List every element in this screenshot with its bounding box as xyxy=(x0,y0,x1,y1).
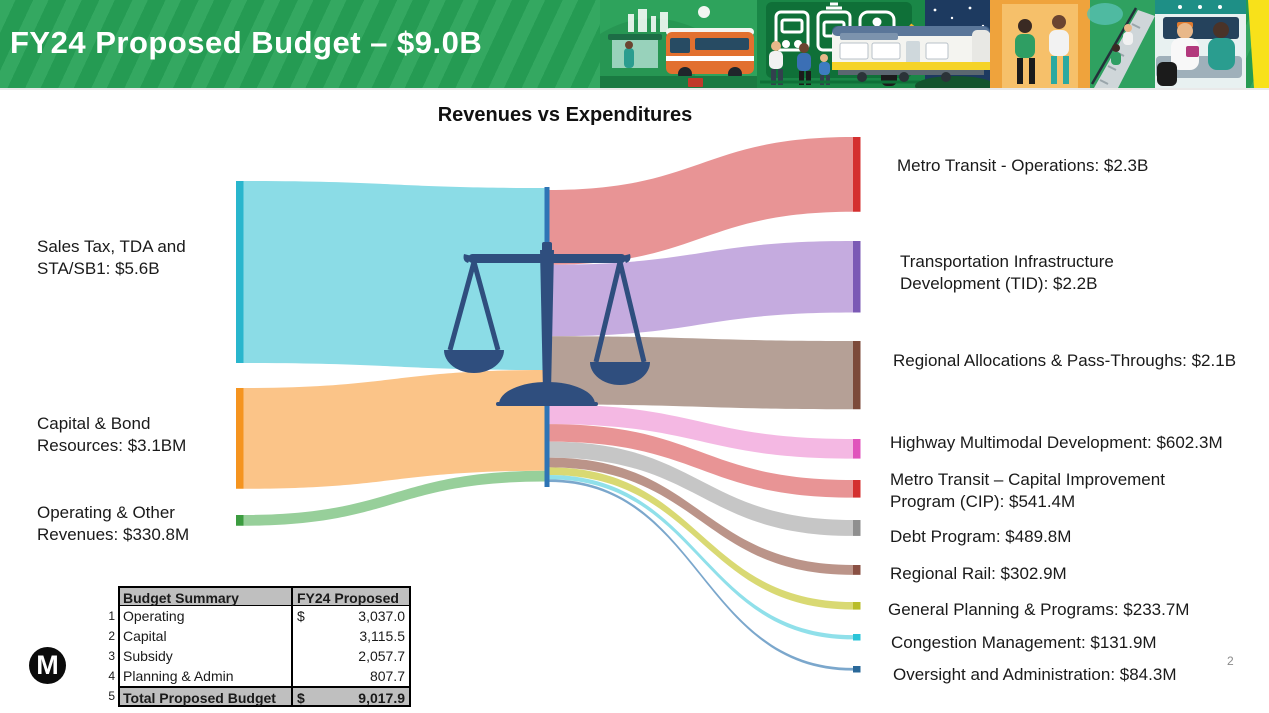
target-flow-1 xyxy=(549,241,853,336)
row-label: Operating xyxy=(118,606,291,626)
row-value: $3,037.0 xyxy=(291,606,411,626)
row-label: Capital xyxy=(118,626,291,646)
table-row-capital: 2 Capital 3,115.5 xyxy=(99,626,411,646)
row-number: 3 xyxy=(99,646,118,666)
table-header-row: Budget Summary FY24 Proposed xyxy=(99,586,411,606)
budget-summary-table: Budget Summary FY24 Proposed 1 Operating… xyxy=(99,586,411,707)
target-node-5 xyxy=(853,520,861,536)
source-label-sales-tax: Sales Tax, TDA and STA/SB1: $5.6B xyxy=(37,236,223,280)
slide-title: FY24 Proposed Budget – $9.0B xyxy=(10,25,482,61)
escalator-scene-illustration xyxy=(1087,0,1155,88)
target-node-0 xyxy=(853,137,861,212)
table-row-total: 5 Total Proposed Budget $9,017.9 xyxy=(99,686,411,707)
table-header-fy24-proposed: FY24 Proposed xyxy=(291,586,411,606)
source-node-0 xyxy=(236,181,244,363)
revenue-flows xyxy=(244,181,546,526)
target-flow-3 xyxy=(549,405,853,459)
target-label-regional-rail: Regional Rail: $302.9M xyxy=(890,563,1269,585)
bus-stop-scene-illustration xyxy=(600,0,757,88)
target-node-7 xyxy=(853,602,861,610)
target-label-metro-transit-cip: Metro Transit – Capital Improvement Prog… xyxy=(890,469,1212,513)
target-flow-9 xyxy=(549,479,853,670)
train-interior-scene-illustration xyxy=(1155,0,1246,88)
target-label-tid: Transportation Infrastructure Developmen… xyxy=(900,251,1172,295)
target-label-metro-transit-operations: Metro Transit - Operations: $2.3B xyxy=(897,155,1269,177)
row-label: Subsidy xyxy=(118,646,291,666)
target-node-8 xyxy=(853,634,861,641)
train-doorway-scene-illustration xyxy=(990,0,1090,88)
table-header-budget-summary: Budget Summary xyxy=(118,586,291,606)
row-number: 5 xyxy=(99,686,118,707)
target-label-oversight-administration: Oversight and Administration: $84.3M xyxy=(893,664,1269,686)
target-flow-8 xyxy=(549,475,853,639)
target-flow-4 xyxy=(549,424,853,498)
source-flow-1 xyxy=(244,370,546,489)
chart-title: Revenues vs Expenditures xyxy=(240,104,890,127)
table-row-operating: 1 Operating $3,037.0 xyxy=(99,606,411,626)
expenditure-nodes xyxy=(853,137,861,673)
total-value: $9,017.9 xyxy=(291,686,411,707)
target-node-3 xyxy=(853,439,861,459)
source-label-operating-other: Operating & Other Revenues: $330.8M xyxy=(37,502,242,546)
target-flow-0 xyxy=(549,137,853,265)
source-node-1 xyxy=(236,388,244,489)
target-label-general-planning: General Planning & Programs: $233.7M xyxy=(888,599,1268,621)
target-node-2 xyxy=(853,341,861,409)
target-flow-2 xyxy=(549,336,853,409)
target-label-debt-program: Debt Program: $489.8M xyxy=(890,526,1269,548)
row-number: 4 xyxy=(99,666,118,686)
row-value: 3,115.5 xyxy=(291,626,411,646)
page-number: 2 xyxy=(1227,654,1234,668)
expenditure-flows xyxy=(549,137,853,671)
total-label: Total Proposed Budget xyxy=(118,686,291,707)
revenue-nodes xyxy=(236,181,244,526)
yellow-accent-stripe xyxy=(1248,0,1269,88)
metro-rail-train-illustration xyxy=(832,26,990,82)
row-number: 2 xyxy=(99,626,118,646)
slide: FY24 Proposed Budget – $9.0B xyxy=(0,0,1269,713)
header-illustration xyxy=(600,0,1269,88)
header-banner: FY24 Proposed Budget – $9.0B xyxy=(0,0,1269,90)
target-flow-5 xyxy=(549,442,853,536)
target-label-regional-allocations: Regional Allocations & Pass-Throughs: $2… xyxy=(893,350,1241,372)
metro-logo: M xyxy=(29,647,66,684)
table-row-subsidy: 3 Subsidy 2,057.7 xyxy=(99,646,411,666)
table-row-planning-admin: 4 Planning & Admin 807.7 xyxy=(99,666,411,686)
target-label-congestion-management: Congestion Management: $131.9M xyxy=(891,632,1269,654)
target-node-1 xyxy=(853,241,861,313)
source-flow-0 xyxy=(244,181,546,370)
target-node-9 xyxy=(853,666,861,673)
source-label-capital-bond: Capital & Bond Resources: $3.1BM xyxy=(37,413,223,457)
row-number: 1 xyxy=(99,606,118,626)
row-number-spacer xyxy=(99,586,118,606)
target-flow-6 xyxy=(549,458,853,575)
center-divider-line xyxy=(545,187,550,487)
source-flow-2 xyxy=(244,471,546,526)
target-node-4 xyxy=(853,480,861,498)
balance-scale-icon xyxy=(444,242,650,406)
row-value: 2,057.7 xyxy=(291,646,411,666)
target-flow-7 xyxy=(549,467,853,609)
row-value: 807.7 xyxy=(291,666,411,686)
target-label-highway-multimodal: Highway Multimodal Development: $602.3M xyxy=(890,432,1269,454)
target-node-6 xyxy=(853,565,861,575)
row-label: Planning & Admin xyxy=(118,666,291,686)
